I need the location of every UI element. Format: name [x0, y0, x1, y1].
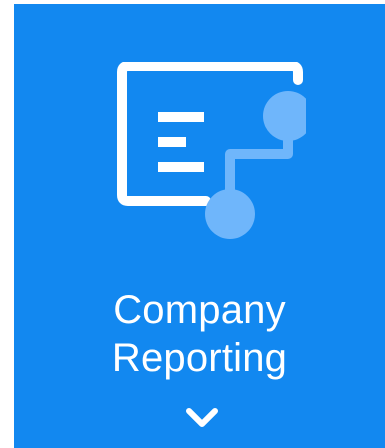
company-reporting-tile[interactable]: Company Reporting	[14, 4, 385, 448]
tile-title: Company Reporting	[14, 286, 385, 382]
report-flow-icon	[117, 62, 306, 239]
tile-title-line1: Company	[113, 288, 286, 332]
chevron-down-icon[interactable]	[184, 404, 220, 432]
tile-title-line2: Reporting	[111, 336, 288, 380]
